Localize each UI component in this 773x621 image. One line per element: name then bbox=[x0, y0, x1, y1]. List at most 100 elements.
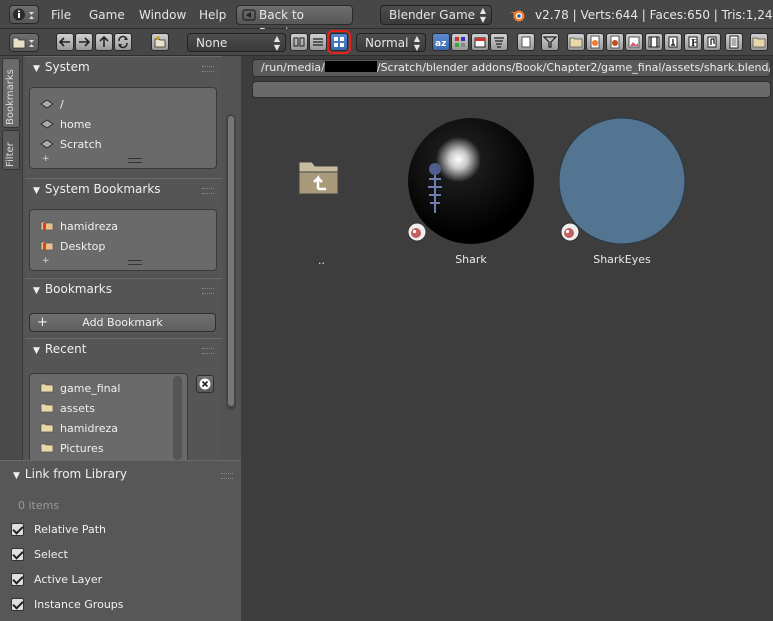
list-item[interactable]: / bbox=[40, 98, 64, 111]
sort-extension-button[interactable] bbox=[451, 33, 469, 51]
material-item-shark[interactable]: Shark bbox=[407, 117, 537, 267]
plus-icon[interactable]: + bbox=[42, 154, 50, 164]
display-size-label: Normal bbox=[365, 36, 409, 50]
instance-groups-checkbox[interactable] bbox=[11, 598, 24, 611]
parent-directory-item[interactable]: .. bbox=[294, 156, 344, 267]
sort-size-button[interactable] bbox=[490, 33, 508, 51]
tab-bookmarks[interactable]: Bookmarks bbox=[2, 58, 20, 128]
drag-grip-icon[interactable] bbox=[202, 348, 214, 354]
filter-folders-button[interactable] bbox=[567, 33, 585, 51]
select-checkbox[interactable] bbox=[11, 548, 24, 561]
plus-icon: + bbox=[37, 315, 48, 330]
filter-type-dropdown[interactable]: None ▲ ▼ bbox=[187, 33, 286, 52]
list-item[interactable]: Desktop bbox=[40, 240, 105, 253]
recent-header[interactable]: ▼ Recent bbox=[33, 342, 86, 356]
display-size-dropdown[interactable]: Normal ▲ ▼ bbox=[356, 33, 426, 52]
sort-alpha-button[interactable]: az bbox=[432, 33, 450, 51]
dropdown-arrows-icon: ▲ ▼ bbox=[413, 34, 420, 52]
filter-sound-button[interactable] bbox=[703, 33, 721, 51]
menu-file[interactable]: File bbox=[51, 8, 71, 22]
folder-icon bbox=[40, 403, 54, 413]
menu-help[interactable]: Help bbox=[199, 8, 226, 22]
directory-path-field[interactable]: /run/media/ /Scratch/blender addons/Book/… bbox=[252, 59, 771, 77]
active-layer-checkbox[interactable] bbox=[11, 573, 24, 586]
bookmarks-panel: ▼ Bookmarks + Add Bookmark bbox=[25, 278, 222, 334]
sound-file-icon bbox=[707, 36, 717, 48]
engine-dropdown[interactable]: Blender Game ▲ ▼ bbox=[380, 5, 492, 25]
list-item-label: game_final bbox=[60, 382, 121, 395]
list-item[interactable]: hamidreza bbox=[40, 422, 118, 435]
filter-toggle-button[interactable] bbox=[541, 33, 559, 51]
show-hidden-button[interactable] bbox=[517, 33, 535, 51]
resize-grip-icon[interactable] bbox=[128, 260, 142, 265]
forward-nav-button[interactable] bbox=[75, 33, 93, 51]
material-item-sharkeyes[interactable]: SharkEyes bbox=[558, 117, 688, 267]
list-item[interactable]: home bbox=[40, 118, 91, 131]
drag-grip-icon[interactable] bbox=[202, 66, 214, 72]
filter-text-button[interactable] bbox=[725, 33, 743, 51]
list-item[interactable]: Pictures bbox=[40, 442, 104, 455]
recent-list-scrollbar[interactable] bbox=[173, 376, 182, 460]
tab-filter[interactable]: Filter bbox=[2, 130, 20, 170]
add-bookmark-button[interactable]: + Add Bookmark bbox=[29, 313, 216, 332]
file-browser-area: /run/media/ /Scratch/blender addons/Book/… bbox=[242, 56, 773, 620]
material-type-icon bbox=[560, 222, 580, 242]
back-nav-button[interactable] bbox=[56, 33, 74, 51]
thumbnail-view-button[interactable] bbox=[327, 30, 351, 54]
refresh-button[interactable] bbox=[114, 33, 132, 51]
shelf-scrollbar[interactable] bbox=[226, 114, 236, 410]
folder-icon bbox=[40, 443, 54, 453]
filter-font-button[interactable]: F bbox=[684, 33, 702, 51]
list-item[interactable]: Scratch bbox=[40, 138, 102, 151]
new-directory-button[interactable] bbox=[151, 33, 169, 51]
parent-dir-button[interactable] bbox=[95, 33, 113, 51]
plus-icon[interactable]: + bbox=[42, 256, 50, 266]
filter-image-button[interactable] bbox=[625, 33, 643, 51]
arrow-right-icon bbox=[79, 37, 91, 47]
drive-icon bbox=[40, 99, 54, 109]
bookmarks-header[interactable]: ▼ Bookmarks bbox=[33, 282, 112, 296]
movie-file-icon bbox=[648, 36, 660, 48]
long-list-view-button[interactable] bbox=[309, 33, 327, 51]
short-list-view-button[interactable] bbox=[290, 33, 308, 51]
refresh-icon bbox=[118, 35, 128, 49]
sort-time-button[interactable] bbox=[471, 33, 489, 51]
filter-blend-button[interactable] bbox=[586, 33, 604, 51]
drive-icon bbox=[40, 139, 54, 149]
list-item[interactable]: assets bbox=[40, 402, 95, 415]
arrow-up-icon bbox=[99, 35, 109, 47]
system-panel-header[interactable]: ▼ System bbox=[33, 60, 90, 74]
shelf-scrollbar-thumb[interactable] bbox=[228, 116, 234, 406]
collapse-triangle-icon: ▼ bbox=[33, 346, 40, 356]
editor-type-button[interactable] bbox=[9, 5, 39, 24]
clear-recent-button[interactable] bbox=[196, 375, 214, 393]
menu-game[interactable]: Game bbox=[89, 8, 125, 22]
back-icon bbox=[242, 9, 256, 21]
resize-grip-icon[interactable] bbox=[128, 158, 142, 163]
material-label-shark: Shark bbox=[455, 253, 487, 266]
tool-shelf: Bookmarks Filter ▼ System / home Scratch … bbox=[0, 56, 241, 621]
relative-path-checkbox[interactable] bbox=[11, 523, 24, 536]
arrow-left-icon bbox=[58, 37, 70, 47]
drag-grip-icon[interactable] bbox=[202, 288, 214, 294]
library-header[interactable]: ▼ Link from Library bbox=[13, 467, 127, 481]
filename-field[interactable] bbox=[252, 81, 771, 98]
editor-type-button-fb[interactable] bbox=[9, 33, 39, 52]
filter-backup-button[interactable] bbox=[606, 33, 624, 51]
collapse-triangle-icon: ▼ bbox=[33, 286, 40, 296]
filter-script-button[interactable] bbox=[664, 33, 682, 51]
list-item-label: Scratch bbox=[60, 138, 102, 151]
menu-window[interactable]: Window bbox=[139, 8, 186, 22]
drag-grip-icon[interactable] bbox=[221, 473, 233, 479]
collapse-triangle-icon: ▼ bbox=[33, 186, 40, 196]
filter-movie-button[interactable] bbox=[645, 33, 663, 51]
list-item[interactable]: game_final bbox=[40, 382, 120, 395]
sort-alpha-icon: az bbox=[435, 39, 446, 49]
filter-more-button[interactable] bbox=[750, 33, 768, 51]
list-item[interactable]: hamidreza bbox=[40, 220, 118, 233]
blender-logo-icon bbox=[510, 10, 525, 22]
drag-grip-icon[interactable] bbox=[202, 188, 214, 194]
relative-path-label: Relative Path bbox=[34, 523, 107, 536]
system-bookmarks-header[interactable]: ▼ System Bookmarks bbox=[33, 182, 161, 196]
back-to-previous-button[interactable]: Back to Previous bbox=[236, 5, 353, 40]
